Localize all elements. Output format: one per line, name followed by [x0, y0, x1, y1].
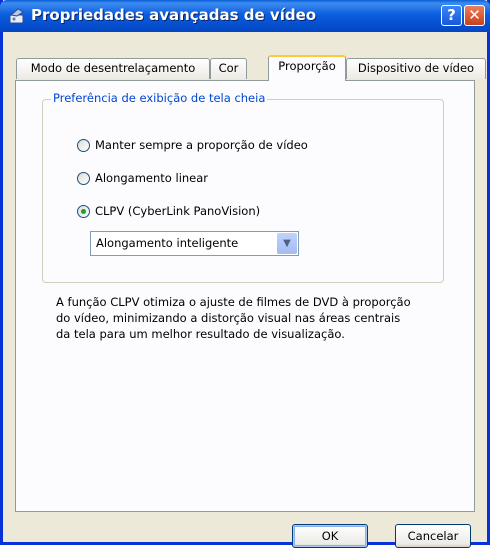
dialog-window: Propriedades avançadas de vídeo ? ✕ Modo… [0, 0, 490, 548]
radio-linear-stretch[interactable] [77, 171, 90, 185]
fullscreen-preference-group: Preferência de exibição de tela cheia Ma… [42, 91, 444, 283]
tab-aspect-ratio[interactable]: Proporção [268, 55, 346, 81]
app-icon [9, 8, 24, 24]
option-linear-stretch[interactable]: Alongamento linear [77, 170, 208, 186]
group-title: Preferência de exibição de tela cheia [51, 91, 268, 105]
window-title: Propriedades avançadas de vídeo [31, 6, 317, 24]
help-button[interactable]: ? [441, 5, 462, 26]
tab-video-device[interactable]: Dispositivo de vídeo [346, 58, 486, 79]
radio-clpv[interactable] [77, 204, 90, 218]
tab-strip: Modo de desentrelaçamento Cor Proporção … [3, 55, 487, 81]
close-button[interactable]: ✕ [464, 5, 485, 26]
tab-color[interactable]: Cor [210, 58, 247, 79]
option-keep-ratio[interactable]: Manter sempre a proporção de vídeo [77, 137, 308, 153]
ok-button[interactable]: OK [292, 524, 368, 548]
tab-panel: Preferência de exibição de tela cheia Ma… [15, 80, 475, 512]
stretch-mode-dropdown[interactable]: Alongamento inteligente ▼ [90, 231, 299, 256]
description-text: A função CLPV otimiza o ajuste de filmes… [56, 295, 411, 341]
option-linear-stretch-label: Alongamento linear [95, 171, 209, 185]
title-bar[interactable]: Propriedades avançadas de vídeo ? ✕ [0, 0, 490, 32]
radio-keep-ratio[interactable] [77, 138, 90, 152]
chevron-down-icon[interactable]: ▼ [277, 233, 297, 254]
option-keep-ratio-label: Manter sempre a proporção de vídeo [95, 138, 308, 152]
tab-deinterlace-mode[interactable]: Modo de desentrelaçamento [16, 58, 210, 79]
option-clpv[interactable]: CLPV (CyberLink PanoVision) [77, 203, 260, 219]
dropdown-value: Alongamento inteligente [96, 236, 239, 250]
option-clpv-label: CLPV (CyberLink PanoVision) [95, 204, 261, 218]
cancel-button[interactable]: Cancelar [395, 524, 471, 548]
